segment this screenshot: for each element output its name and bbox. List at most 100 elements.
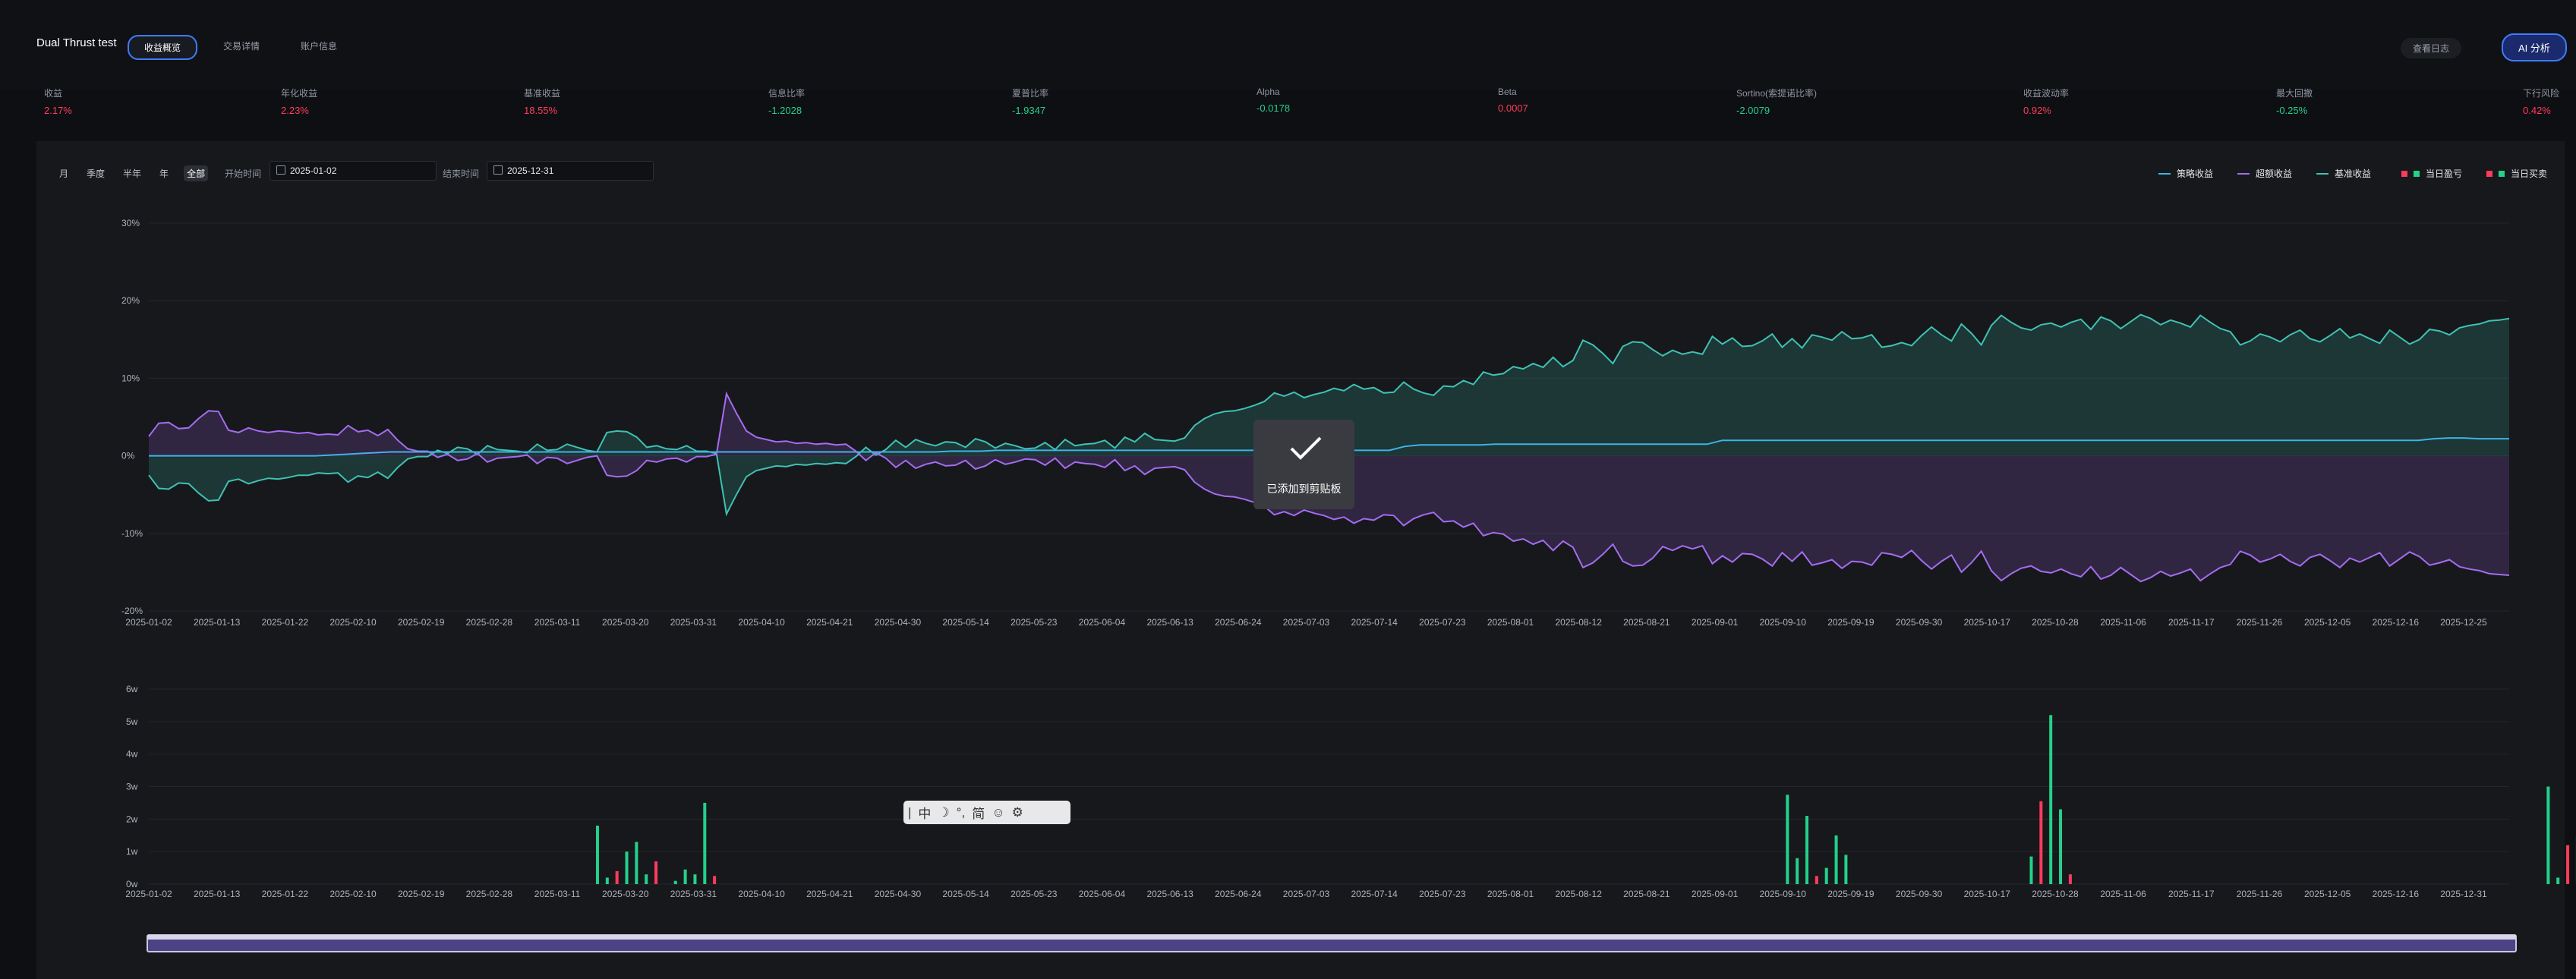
bar <box>1805 816 1809 884</box>
bar <box>605 877 609 884</box>
ime-toolbar: | 中 ☽ °, 简 ☺ ⚙ <box>903 801 1070 824</box>
x-tick-label: 2025-11-06 <box>2100 617 2146 628</box>
x-tick-label: 2025-07-14 <box>1351 889 1398 899</box>
x-tick-label: 2025-03-20 <box>602 889 649 899</box>
y-tick-label: 0w <box>126 879 138 889</box>
x-tick-label: 2025-02-28 <box>466 617 513 628</box>
bar <box>1796 858 1799 884</box>
x-tick-label: 2025-12-05 <box>2304 889 2351 899</box>
x-tick-label: 2025-01-22 <box>262 617 309 628</box>
x-tick-label: 2025-04-30 <box>875 617 922 628</box>
x-tick-label: 2025-06-24 <box>1215 617 1262 628</box>
x-tick-label: 2025-08-21 <box>1623 617 1670 628</box>
ime-simplified[interactable]: 简 <box>972 803 985 822</box>
x-tick-label: 2025-09-30 <box>1896 617 1943 628</box>
ime-separator: | <box>908 804 912 820</box>
x-tick-label: 2025-04-30 <box>875 889 922 899</box>
x-tick-label: 2025-01-13 <box>194 617 241 628</box>
bar <box>1824 867 1828 884</box>
x-tick-label: 2025-01-02 <box>125 617 172 628</box>
x-tick-label: 2025-03-11 <box>534 617 581 628</box>
x-tick-label: 2025-09-10 <box>1760 617 1807 628</box>
bar <box>2029 856 2033 884</box>
x-tick-label: 2025-09-01 <box>1692 617 1739 628</box>
y-tick-label: 30% <box>121 218 140 228</box>
x-tick-label: 2025-12-25 <box>2440 617 2487 628</box>
toast-text: 已添加到剪贴板 <box>1266 483 1342 495</box>
bar <box>635 842 638 884</box>
x-tick-label: 2025-06-04 <box>1079 889 1126 899</box>
x-tick-label: 2025-09-30 <box>1896 889 1943 899</box>
x-tick-label: 2025-05-14 <box>942 617 989 628</box>
x-tick-label: 2025-05-23 <box>1011 889 1058 899</box>
x-tick-label: 2025-03-11 <box>534 889 581 899</box>
ime-moon-icon[interactable]: ☽ <box>938 805 949 820</box>
x-tick-label: 2025-01-22 <box>262 889 309 899</box>
x-tick-label: 2025-12-05 <box>2304 617 2351 628</box>
y-tick-label: 20% <box>121 295 140 306</box>
x-tick-label: 2025-11-06 <box>2100 889 2146 899</box>
x-tick-label: 2025-02-10 <box>329 617 377 628</box>
bar <box>595 825 599 884</box>
x-tick-label: 2025-06-13 <box>1146 617 1193 628</box>
x-tick-label: 2025-08-21 <box>1623 889 1670 899</box>
y-tick-label: 1w <box>126 846 138 857</box>
ime-chinese-mode[interactable]: 中 <box>918 803 931 822</box>
x-tick-label: 2025-08-12 <box>1556 617 1603 628</box>
bar <box>645 874 648 884</box>
x-tick-label: 2025-10-28 <box>2032 617 2079 628</box>
x-tick-label: 2025-11-26 <box>2237 617 2283 628</box>
x-tick-label: 2025-02-19 <box>398 617 445 628</box>
x-tick-label: 2025-02-10 <box>329 889 377 899</box>
x-tick-label: 2025-07-03 <box>1283 889 1330 899</box>
x-tick-label: 2025-02-19 <box>398 889 445 899</box>
x-tick-label: 2025-08-01 <box>1487 617 1534 628</box>
bar <box>2546 786 2550 884</box>
y-tick-label: -10% <box>121 528 143 539</box>
x-tick-label: 2025-04-21 <box>806 617 853 628</box>
bar <box>2039 801 2043 884</box>
x-tick-label: 2025-04-10 <box>738 617 785 628</box>
x-tick-label: 2025-06-04 <box>1079 617 1126 628</box>
y-tick-label: 6w <box>126 684 138 694</box>
x-tick-label: 2025-06-13 <box>1146 889 1193 899</box>
x-tick-label: 2025-09-10 <box>1760 889 1807 899</box>
x-tick-label: 2025-10-17 <box>1964 889 2011 899</box>
x-tick-label: 2025-09-19 <box>1827 889 1874 899</box>
x-tick-label: 2025-07-23 <box>1419 617 1466 628</box>
x-tick-label: 2025-11-17 <box>2168 617 2215 628</box>
x-tick-label: 2025-10-17 <box>1964 617 2011 628</box>
x-tick-label: 2025-07-03 <box>1283 617 1330 628</box>
y-tick-label: 0% <box>121 451 135 461</box>
x-tick-label: 2025-03-20 <box>602 617 649 628</box>
x-tick-label: 2025-03-31 <box>670 889 717 899</box>
x-tick-label: 2025-12-16 <box>2373 617 2420 628</box>
bar <box>2068 874 2072 884</box>
bar <box>713 876 717 884</box>
y-tick-label: 3w <box>126 782 138 792</box>
bar <box>1786 795 1789 884</box>
y-tick-label: 5w <box>126 716 138 727</box>
y-tick-label: 4w <box>126 749 138 760</box>
bar <box>683 869 687 884</box>
x-tick-label: 2025-06-24 <box>1215 889 1262 899</box>
ime-emoji-icon[interactable]: ☺ <box>992 805 1004 820</box>
bar <box>693 874 697 884</box>
bar <box>703 802 707 884</box>
x-tick-label: 2025-10-28 <box>2032 889 2079 899</box>
ime-settings-icon[interactable]: ⚙ <box>1012 805 1023 820</box>
bar <box>1844 855 1848 884</box>
x-tick-label: 2025-05-23 <box>1011 617 1058 628</box>
copied-toast: 已添加到剪贴板 <box>1253 420 1354 509</box>
x-tick-label: 2025-01-13 <box>194 889 241 899</box>
x-tick-label: 2025-12-16 <box>2373 889 2420 899</box>
bar <box>2566 845 2570 884</box>
x-tick-label: 2025-09-19 <box>1827 617 1874 628</box>
bar <box>673 880 677 884</box>
y-tick-label: -20% <box>121 606 143 616</box>
y-tick-label: 10% <box>121 373 140 383</box>
ime-punctuation[interactable]: °, <box>957 805 966 820</box>
bar <box>615 870 619 884</box>
x-tick-label: 2025-01-02 <box>125 889 172 899</box>
check-icon <box>1290 436 1322 460</box>
